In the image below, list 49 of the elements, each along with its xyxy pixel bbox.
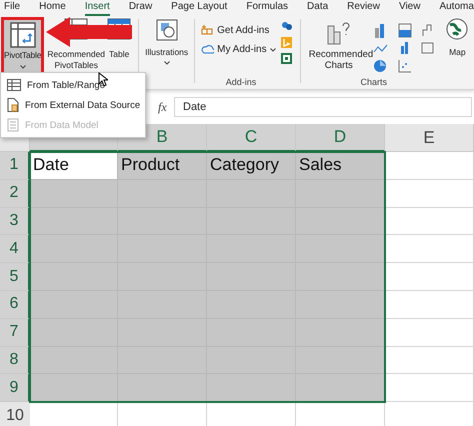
function-label[interactable]: fx — [158, 100, 174, 114]
column-header[interactable]: C — [207, 124, 296, 152]
ribbon-tab[interactable]: Draw — [128, 0, 152, 16]
illustrations-button[interactable]: Illustrations — [145, 15, 188, 89]
ribbon-tab[interactable]: Data — [307, 0, 328, 16]
row-header[interactable]: 7 — [0, 318, 30, 347]
people-icon[interactable] — [280, 21, 292, 32]
table-cell[interactable]: Category — [207, 152, 296, 180]
menu-item[interactable]: From External Data Source — [1, 95, 145, 115]
row-header[interactable]: 5 — [0, 263, 30, 291]
row-header[interactable]: 1 — [0, 152, 30, 180]
grid-app-icon[interactable] — [280, 53, 292, 64]
ribbon-tab[interactable]: Home — [39, 0, 66, 16]
caret-icon — [20, 65, 26, 69]
search-engine-icon[interactable] — [280, 37, 292, 48]
add-ins-button[interactable]: My Add-ins — [201, 43, 281, 56]
table-cell[interactable]: Sales — [296, 152, 385, 180]
table-cell[interactable]: Product — [118, 152, 207, 180]
document-icon — [7, 98, 19, 112]
caret-icon — [270, 48, 276, 52]
pivot-table-label: PivotTable — [4, 50, 42, 60]
data-model-icon — [7, 118, 19, 132]
ribbon-tab[interactable]: File — [4, 0, 20, 16]
column-header[interactable]: D — [296, 124, 385, 152]
column-header[interactable]: E — [385, 124, 474, 152]
caret-icon — [164, 61, 170, 65]
group-label: Add-ins — [224, 77, 258, 87]
table-cell[interactable]: Date — [30, 152, 118, 180]
row-header[interactable]: 2 — [0, 180, 30, 208]
add-in-blocks-icon — [201, 24, 214, 37]
formula-input[interactable]: Date — [174, 97, 472, 117]
ribbon-tab[interactable]: Formulas — [246, 0, 288, 16]
group-label: Charts — [359, 77, 388, 87]
ribbon-tab[interactable]: Review — [347, 0, 380, 16]
row-header[interactable]: 3 — [0, 208, 30, 236]
recommended-charts-button[interactable]: Recommended Charts — [306, 18, 371, 74]
table-icon — [7, 79, 21, 91]
pivot-table-icon — [10, 22, 36, 48]
row-header[interactable]: 10 — [0, 402, 30, 426]
ribbon-tab[interactable]: Page Layout — [171, 0, 228, 16]
ribbon-tab[interactable]: View — [398, 0, 420, 16]
row-header[interactable]: 4 — [0, 235, 30, 264]
row-header[interactable]: 6 — [0, 290, 30, 319]
maps-button[interactable]: Map — [440, 15, 474, 89]
row-header[interactable]: 8 — [0, 346, 30, 374]
add-ins-button[interactable]: Get Add-ins — [201, 24, 281, 37]
cloud-icon — [201, 43, 214, 56]
ribbon-tab[interactable]: Automa — [439, 0, 474, 16]
row-header[interactable]: 9 — [0, 374, 30, 402]
